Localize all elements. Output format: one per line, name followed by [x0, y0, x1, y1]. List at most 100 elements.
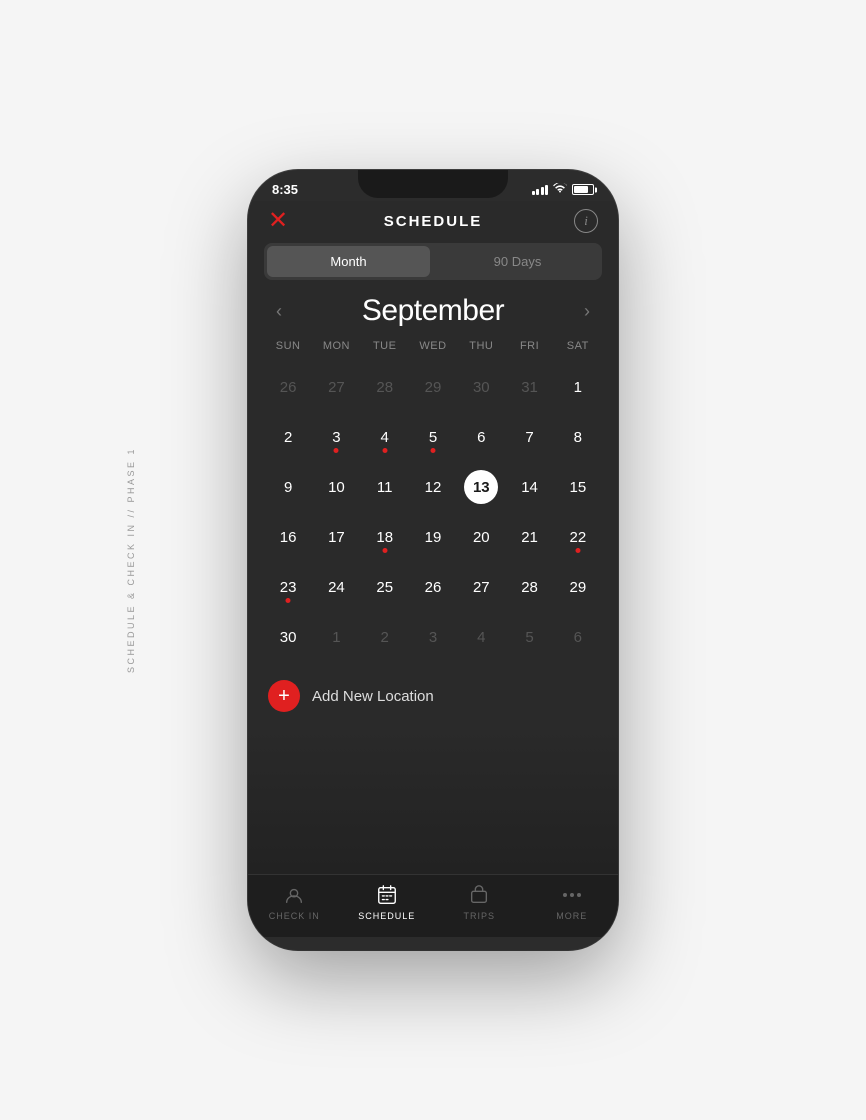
calendar-day[interactable]: 2: [264, 412, 312, 462]
calendar-day[interactable]: 18: [361, 512, 409, 562]
day-header-sat: SAT: [554, 336, 602, 356]
calendar-grid: 2627282930311234567891011121314151617181…: [264, 362, 602, 662]
calendar-day[interactable]: 30: [264, 612, 312, 662]
app-header: ✕ SCHEDULE i: [248, 201, 618, 243]
day-number: 2: [368, 620, 402, 654]
calendar: SUN MON TUE WED THU FRI SAT 262728293031…: [248, 332, 618, 666]
calendar-day[interactable]: 22: [554, 512, 602, 562]
view-toggle: Month 90 Days: [264, 243, 602, 280]
day-number: 12: [416, 470, 450, 504]
trips-icon: [467, 883, 491, 907]
day-number: 15: [561, 470, 595, 504]
day-number: 6: [464, 420, 498, 454]
day-number: 3: [319, 420, 353, 454]
calendar-day[interactable]: 28: [505, 562, 553, 612]
calendar-day[interactable]: 23: [264, 562, 312, 612]
info-button[interactable]: i: [574, 209, 598, 233]
calendar-day[interactable]: 24: [312, 562, 360, 612]
calendar-day[interactable]: 21: [505, 512, 553, 562]
month-navigation: ‹ September ›: [248, 286, 618, 332]
calendar-day[interactable]: 20: [457, 512, 505, 562]
day-number: 27: [464, 570, 498, 604]
day-number: 22: [561, 520, 595, 554]
day-number: 30: [271, 620, 305, 654]
day-header-thu: THU: [457, 336, 505, 356]
side-label: SCHEDULE & CHECK IN // PHASE 1: [126, 447, 136, 673]
calendar-day[interactable]: 19: [409, 512, 457, 562]
calendar-day[interactable]: 6: [457, 412, 505, 462]
calendar-day[interactable]: 15: [554, 462, 602, 512]
calendar-day[interactable]: 3: [409, 612, 457, 662]
next-month-button[interactable]: ›: [576, 297, 598, 326]
page-title: SCHEDULE: [384, 213, 483, 230]
calendar-day[interactable]: 12: [409, 462, 457, 512]
day-number: 23: [271, 570, 305, 604]
status-time: 8:35: [272, 182, 298, 197]
calendar-day[interactable]: 17: [312, 512, 360, 562]
back-button[interactable]: ✕: [268, 209, 288, 233]
notch: [358, 170, 508, 198]
calendar-day[interactable]: 9: [264, 462, 312, 512]
calendar-day[interactable]: 1: [554, 362, 602, 412]
tab-schedule[interactable]: SCHEDULE: [341, 883, 434, 921]
day-number: 28: [513, 570, 547, 604]
day-number: 29: [561, 570, 595, 604]
calendar-day[interactable]: 11: [361, 462, 409, 512]
day-number: 4: [368, 420, 402, 454]
calendar-day[interactable]: 28: [361, 362, 409, 412]
tab-bar: CHECK IN SCHEDULE: [248, 874, 618, 937]
calendar-day[interactable]: 27: [312, 362, 360, 412]
calendar-day[interactable]: 10: [312, 462, 360, 512]
calendar-day[interactable]: 6: [554, 612, 602, 662]
calendar-day[interactable]: 3: [312, 412, 360, 462]
tab-trips-label: TRIPS: [463, 911, 495, 921]
tab-schedule-label: SCHEDULE: [358, 911, 415, 921]
calendar-day[interactable]: 30: [457, 362, 505, 412]
days-toggle-button[interactable]: 90 Days: [436, 246, 599, 277]
calendar-day[interactable]: 8: [554, 412, 602, 462]
day-number: 28: [368, 370, 402, 404]
calendar-day[interactable]: 26: [409, 562, 457, 612]
bottom-gradient: [248, 726, 618, 874]
day-number: 25: [368, 570, 402, 604]
status-icons: [532, 183, 595, 197]
tab-checkin[interactable]: CHECK IN: [248, 883, 341, 921]
calendar-day[interactable]: 29: [554, 562, 602, 612]
tab-checkin-label: CHECK IN: [269, 911, 320, 921]
day-header-mon: MON: [312, 336, 360, 356]
calendar-day[interactable]: 4: [457, 612, 505, 662]
calendar-day[interactable]: 26: [264, 362, 312, 412]
day-header-tue: TUE: [361, 336, 409, 356]
calendar-day[interactable]: 1: [312, 612, 360, 662]
prev-month-button[interactable]: ‹: [268, 297, 290, 326]
battery-icon: [572, 184, 594, 195]
day-number: 14: [513, 470, 547, 504]
add-location-button[interactable]: + Add New Location: [248, 666, 618, 726]
tab-more-label: MORE: [556, 911, 587, 921]
calendar-day[interactable]: 7: [505, 412, 553, 462]
calendar-day[interactable]: 29: [409, 362, 457, 412]
day-number: 1: [561, 370, 595, 404]
calendar-day[interactable]: 13: [457, 462, 505, 512]
day-header-wed: WED: [409, 336, 457, 356]
tab-trips[interactable]: TRIPS: [433, 883, 526, 921]
calendar-day[interactable]: 5: [409, 412, 457, 462]
calendar-day[interactable]: 4: [361, 412, 409, 462]
day-number: 5: [416, 420, 450, 454]
tab-more[interactable]: MORE: [526, 883, 619, 921]
add-icon: +: [268, 680, 300, 712]
day-number: 1: [319, 620, 353, 654]
calendar-day[interactable]: 16: [264, 512, 312, 562]
schedule-icon: [375, 883, 399, 907]
checkin-icon: [282, 883, 306, 907]
calendar-day[interactable]: 5: [505, 612, 553, 662]
calendar-day[interactable]: 2: [361, 612, 409, 662]
day-number: 29: [416, 370, 450, 404]
calendar-day[interactable]: 27: [457, 562, 505, 612]
calendar-day[interactable]: 25: [361, 562, 409, 612]
calendar-day[interactable]: 14: [505, 462, 553, 512]
day-number: 13: [464, 470, 498, 504]
month-toggle-button[interactable]: Month: [267, 246, 430, 277]
calendar-day[interactable]: 31: [505, 362, 553, 412]
day-number: 19: [416, 520, 450, 554]
